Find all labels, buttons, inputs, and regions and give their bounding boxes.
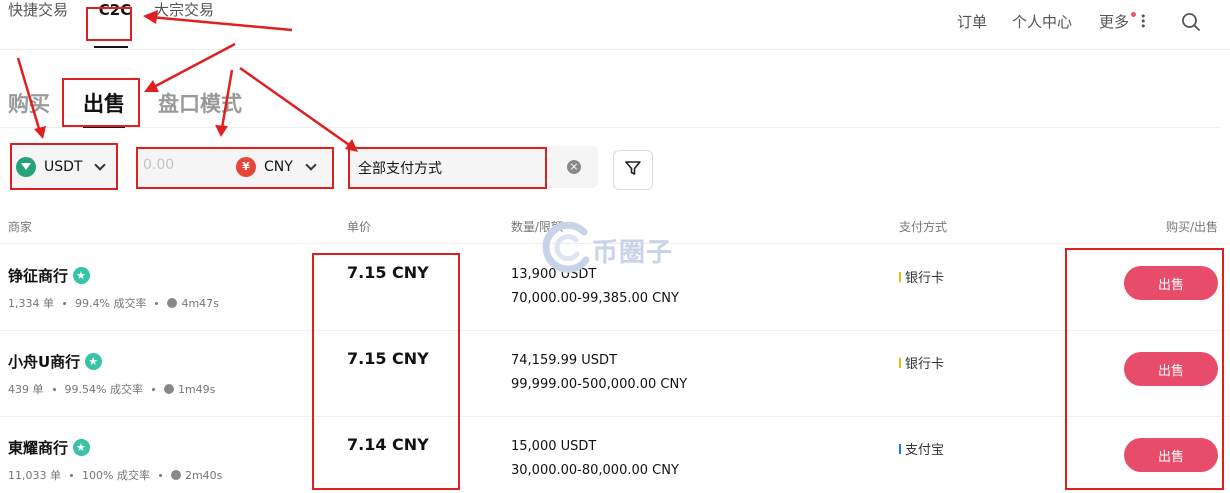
payment-method: 银行卡 <box>899 267 944 286</box>
separator-dot <box>70 473 73 477</box>
verified-icon <box>73 267 91 284</box>
annotation-box-sell-buttons <box>1065 248 1224 490</box>
watermark: 币圈子 <box>540 218 690 278</box>
filter-button[interactable] <box>613 150 653 190</box>
merchant-stats: 11,033 单 100% 成交率 2m40s <box>8 467 222 483</box>
merchant-name[interactable]: 小舟U商行 <box>8 351 80 372</box>
merchant-name[interactable]: 铮征商行 <box>8 265 68 286</box>
annotation-box-prices <box>312 253 460 490</box>
header-price: 单价 <box>347 220 372 234</box>
verified-icon <box>85 353 103 370</box>
merchant-stats: 1,334 单 99.4% 成交率 4m47s <box>8 295 219 311</box>
payment-method: 支付宝 <box>899 439 944 458</box>
header-action: 购买/出售 <box>1166 220 1219 234</box>
avg-time: 2m40s <box>184 468 223 482</box>
watermark-text: 币圈子 <box>592 238 674 268</box>
nav-quick-trade[interactable]: 快捷交易 <box>8 0 78 22</box>
clock-icon <box>163 384 174 394</box>
order-limit: 30,000.00-80,000.00 CNY <box>511 463 679 478</box>
payment-method-label: 银行卡 <box>905 271 945 286</box>
payment-color-bar <box>899 357 901 368</box>
available-qty: 74,159.99 USDT <box>511 353 618 368</box>
payment-color-bar <box>899 271 901 282</box>
order-count: 11,033 单 <box>8 469 61 482</box>
merchant-name-wrap[interactable]: 東耀商行 <box>8 437 91 458</box>
avg-time: 1m49s <box>177 382 216 396</box>
nav-active-underline <box>94 46 128 48</box>
merchant-name[interactable]: 東耀商行 <box>8 437 68 458</box>
clock-icon <box>170 470 181 480</box>
payment-method: 银行卡 <box>899 353 944 372</box>
payment-color-bar <box>899 443 901 454</box>
watermark-logo-icon <box>542 221 590 273</box>
nav-orders[interactable]: 订单 <box>957 10 987 34</box>
payment-method-label: 银行卡 <box>905 357 945 372</box>
separator-dot <box>63 301 66 305</box>
annotation-box-coin <box>10 143 118 190</box>
separator-dot <box>52 387 56 391</box>
completion-rate: 99.54% 成交率 <box>64 383 143 396</box>
tab-buy[interactable]: 购买 <box>8 88 50 118</box>
payment-method-label: 支付宝 <box>905 443 945 458</box>
clear-icon[interactable]: × <box>567 160 581 174</box>
verified-icon <box>73 439 91 456</box>
filter-icon <box>624 159 642 181</box>
annotation-box-payment <box>348 147 547 189</box>
merchant-stats: 439 单 99.54% 成交率 1m49s <box>8 381 215 397</box>
order-count: 439 单 <box>8 383 44 396</box>
nav-personal-center[interactable]: 个人中心 <box>1012 10 1072 34</box>
header-payment: 支付方式 <box>899 220 948 234</box>
clock-icon <box>167 298 178 308</box>
header-merchant: 商家 <box>8 220 33 234</box>
annotation-box-sell-tab <box>62 78 140 127</box>
merchant-name-wrap[interactable]: 铮征商行 <box>8 265 91 286</box>
separator-dot <box>151 387 155 391</box>
nav-block-trade[interactable]: 大宗交易 <box>154 0 234 22</box>
merchant-name-wrap[interactable]: 小舟U商行 <box>8 351 103 372</box>
completion-rate: 100% 成交率 <box>82 469 150 482</box>
annotation-box-amount <box>136 147 334 189</box>
order-count: 1,334 单 <box>8 297 54 310</box>
separator-dot <box>158 473 162 477</box>
avg-time: 4m47s <box>181 296 219 310</box>
tab-book-mode[interactable]: 盘口模式 <box>158 88 242 118</box>
notification-dot <box>1131 12 1136 17</box>
annotation-box-c2c <box>86 7 132 41</box>
trade-tabs: 购买 出售 盘口模式 <box>0 76 1220 128</box>
table-row: 東耀商行 11,033 单 100% 成交率 2m40s 7.14 CNY 15… <box>0 417 1230 493</box>
search-icon[interactable] <box>1181 12 1201 36</box>
separator-dot <box>155 301 159 305</box>
nav-more[interactable]: 更多 <box>1099 10 1129 34</box>
kebab-icon[interactable]: • • • <box>1140 11 1147 32</box>
available-qty: 15,000 USDT <box>511 439 597 454</box>
completion-rate: 99.4% 成交率 <box>75 297 147 310</box>
top-nav: 快捷交易 C2C 大宗交易 订单 个人中心 更多 • • • <box>0 0 1230 50</box>
order-limit: 70,000.00-99,385.00 CNY <box>511 291 679 306</box>
table-row: 小舟U商行 439 单 99.54% 成交率 1m49s 7.15 CNY 74… <box>0 331 1230 417</box>
order-limit: 99,999.00-500,000.00 CNY <box>511 377 688 392</box>
